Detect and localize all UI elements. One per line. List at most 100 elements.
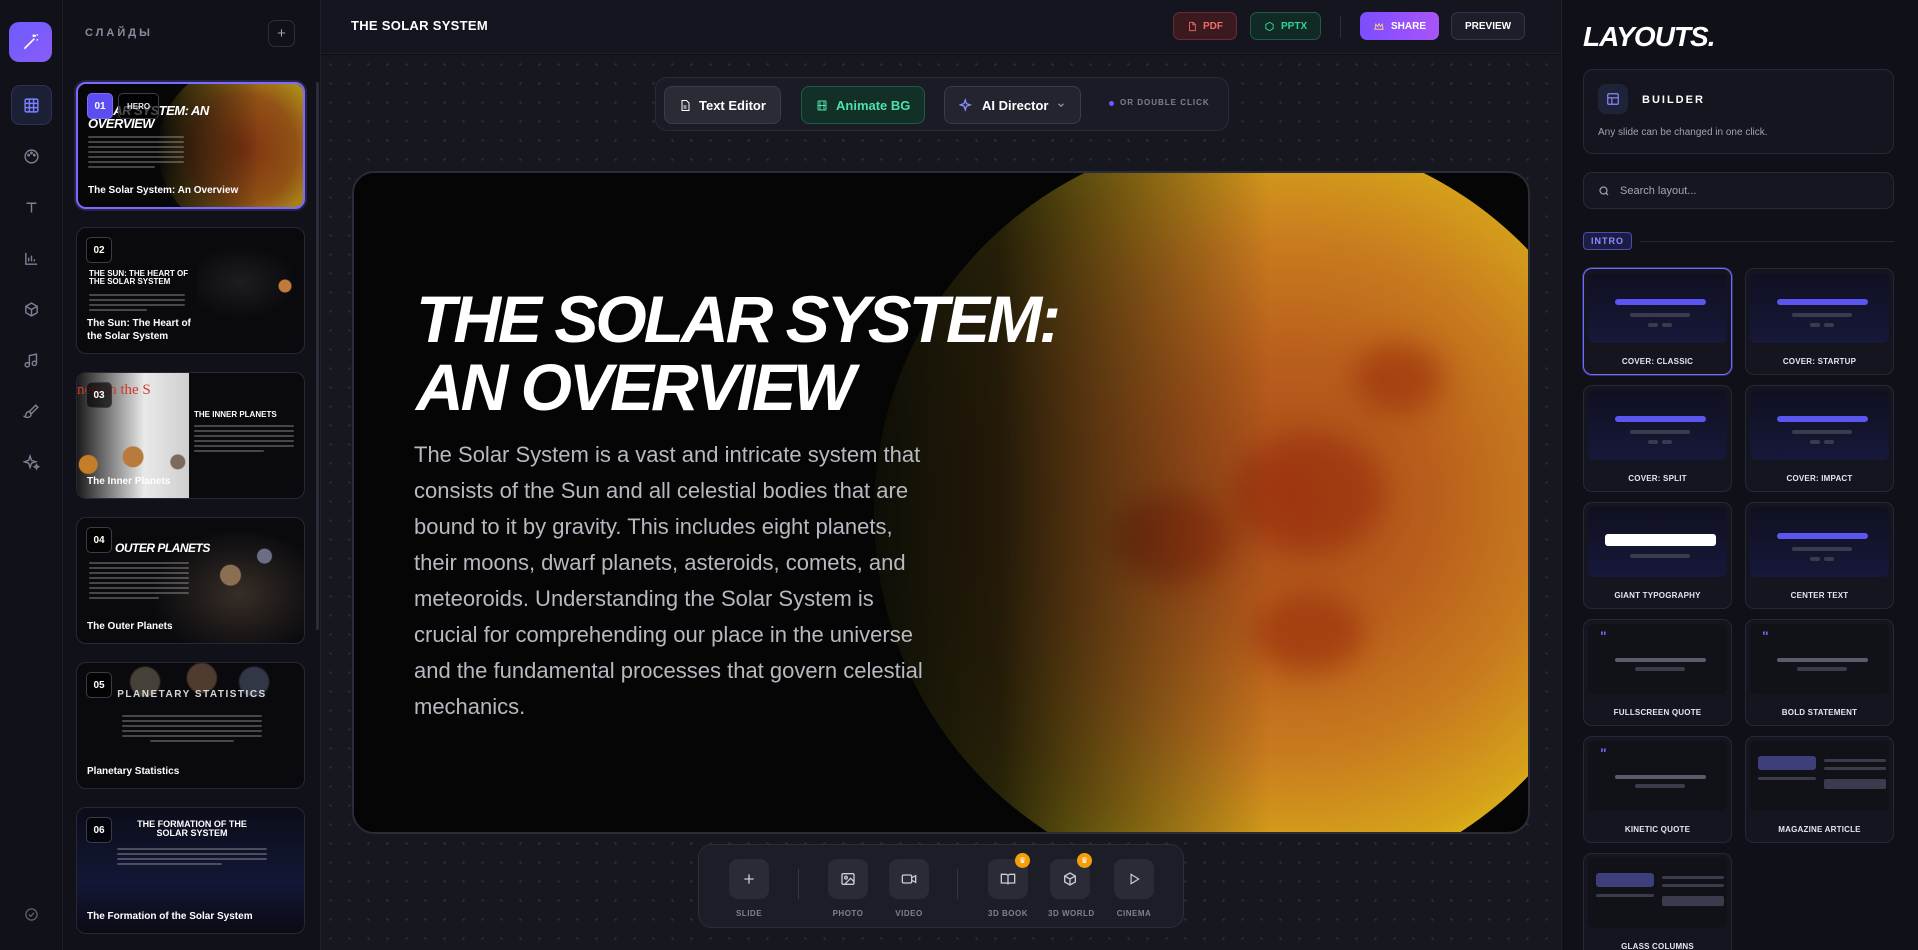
music-icon[interactable] bbox=[11, 340, 52, 380]
slide-number: 06 bbox=[86, 817, 112, 843]
layouts-panel: LAYOUTS. BUILDER Any slide can be change… bbox=[1561, 0, 1918, 950]
layout-giant-typography[interactable]: GIANT TYPOGRAPHY bbox=[1583, 502, 1732, 609]
slide-number: 01 bbox=[87, 93, 113, 119]
layout-name: FULLSCREEN QUOTE bbox=[1613, 708, 1702, 717]
solar-orbit-image bbox=[197, 238, 304, 318]
layout-kinetic-quote[interactable]: " KINETIC QUOTE bbox=[1583, 736, 1732, 843]
image-icon bbox=[841, 873, 855, 885]
slide-thumb-3[interactable]: nets in the S 03 THE INNER PLANETS The I… bbox=[76, 372, 305, 499]
slide-mini-text bbox=[88, 136, 184, 171]
slide-mini-title: PLANETARY STATISTICS bbox=[117, 689, 267, 700]
layout-glass-columns[interactable]: GLASS COLUMNS bbox=[1583, 853, 1732, 950]
layout-center-text[interactable]: CENTER TEXT bbox=[1745, 502, 1894, 609]
brush-icon[interactable] bbox=[11, 391, 52, 431]
layout-name: BOLD STATEMENT bbox=[1781, 708, 1858, 717]
slide-number: 05 bbox=[86, 672, 112, 698]
double-click-hint: OR DOUBLE CLICK bbox=[1120, 98, 1210, 107]
slide-mini-text bbox=[89, 294, 185, 314]
photo-button[interactable]: PHOTO bbox=[826, 859, 870, 918]
document-icon bbox=[681, 99, 690, 111]
video-button[interactable]: VIDEO bbox=[887, 859, 931, 918]
export-pdf-button[interactable]: PDF bbox=[1173, 12, 1237, 40]
slide-number: 02 bbox=[86, 237, 112, 263]
layout-name: GIANT TYPOGRAPHY bbox=[1614, 591, 1701, 600]
sparkles-icon bbox=[959, 97, 973, 112]
layout-magazine-article[interactable]: MAGAZINE ARTICLE bbox=[1745, 736, 1894, 843]
builder-card[interactable]: BUILDER Any slide can be changed in one … bbox=[1583, 69, 1894, 154]
share-label: SHARE bbox=[1391, 20, 1427, 32]
slide-canvas[interactable]: THE SOLAR SYSTEM: AN OVERVIEW The Solar … bbox=[352, 171, 1530, 834]
hero-badge: HERO bbox=[118, 93, 160, 119]
cube-icon[interactable] bbox=[11, 289, 52, 329]
layout-fullscreen-quote[interactable]: " FULLSCREEN QUOTE bbox=[1583, 619, 1732, 726]
add-slide-dock-button[interactable]: SLIDE bbox=[727, 859, 771, 918]
cinema-label: CINEMA bbox=[1116, 909, 1152, 918]
layout-name: CENTER TEXT bbox=[1790, 591, 1849, 600]
play-icon bbox=[1130, 873, 1140, 885]
slide-mini-text bbox=[194, 425, 294, 455]
slides-panel: СЛАЙДЫ + 01 HERO SOLAR SYSTEM: AN OVERVI… bbox=[63, 0, 321, 950]
chart-icon[interactable] bbox=[11, 238, 52, 278]
pdf-label: PDF bbox=[1203, 20, 1223, 32]
ai-director-dropdown[interactable]: AI Director bbox=[944, 86, 1082, 124]
grid-icon[interactable] bbox=[11, 85, 52, 125]
3d-book-label: 3D BOOK bbox=[988, 909, 1028, 918]
layout-name: COVER: SPLIT bbox=[1628, 474, 1687, 483]
layout-cover-classic[interactable]: COVER: CLASSIC bbox=[1583, 268, 1732, 375]
slide-thumb-4[interactable]: 04 OUTER PLANETS The Outer Planets bbox=[76, 517, 305, 644]
layouts-title: LAYOUTS. bbox=[1583, 21, 1715, 52]
layout-cover-impact[interactable]: COVER: IMPACT bbox=[1745, 385, 1894, 492]
slide-thumb-1[interactable]: 01 HERO SOLAR SYSTEM: AN OVERVIEW The So… bbox=[76, 82, 305, 209]
palette-icon[interactable] bbox=[11, 136, 52, 176]
icon-rail bbox=[0, 0, 63, 950]
3d-book-button[interactable]: ♛ 3D BOOK bbox=[986, 853, 1030, 918]
magic-wand-logo[interactable] bbox=[9, 22, 52, 62]
add-slide-button[interactable]: + bbox=[268, 20, 295, 47]
layout-name: KINETIC QUOTE bbox=[1624, 825, 1691, 834]
slide-thumb-5[interactable]: 05 PLANETARY STATISTICS Planetary Statis… bbox=[76, 662, 305, 789]
slide-caption: Planetary Statistics bbox=[87, 765, 180, 777]
3d-world-button[interactable]: ♛ 3D WORLD bbox=[1048, 853, 1095, 918]
animate-bg-button[interactable]: Animate BG bbox=[801, 86, 926, 124]
premium-crown-icon: ♛ bbox=[1015, 853, 1030, 868]
share-button[interactable]: SHARE bbox=[1360, 12, 1440, 40]
sparkles-icon[interactable] bbox=[11, 442, 52, 482]
media-dock: SLIDE PHOTO VIDEO ♛ 3D BOOK ♛ 3D WORLD C… bbox=[698, 844, 1184, 928]
slide-thumb-2[interactable]: 02 THE SUN: THE HEART OF THE SOLAR SYSTE… bbox=[76, 227, 305, 354]
slide-label: SLIDE bbox=[735, 909, 763, 918]
slide-caption: The Outer Planets bbox=[87, 620, 173, 632]
layout-name: GLASS COLUMNS bbox=[1621, 942, 1694, 950]
video-label: VIDEO bbox=[895, 909, 923, 918]
cinema-button[interactable]: CINEMA bbox=[1112, 859, 1156, 918]
slides-scrollbar[interactable] bbox=[316, 82, 319, 630]
text-editor-label: Text Editor bbox=[699, 97, 766, 113]
layout-name: MAGAZINE ARTICLE bbox=[1778, 825, 1861, 834]
layout-bold-statement[interactable]: " BOLD STATEMENT bbox=[1745, 619, 1894, 726]
slide-caption: The Sun: The Heart of the Solar System bbox=[87, 318, 191, 342]
export-pptx-button[interactable]: PPTX bbox=[1250, 12, 1322, 40]
layout-search-input[interactable]: Search layout... bbox=[1583, 172, 1894, 209]
film-icon bbox=[817, 100, 827, 110]
layout-cover-startup[interactable]: COVER: STARTUP bbox=[1745, 268, 1894, 375]
pptx-label: PPTX bbox=[1281, 20, 1308, 32]
slide-title[interactable]: THE SOLAR SYSTEM: AN OVERVIEW bbox=[416, 285, 1136, 421]
check-circle-icon[interactable] bbox=[11, 894, 52, 934]
layout-name: COVER: STARTUP bbox=[1782, 357, 1857, 366]
layout-name: COVER: IMPACT bbox=[1786, 474, 1853, 483]
photo-label: PHOTO bbox=[832, 909, 864, 918]
premium-crown-icon: ♛ bbox=[1077, 853, 1092, 868]
slide-thumb-6[interactable]: 06 THE FORMATION OF THE SOLAR SYSTEM The… bbox=[76, 807, 305, 934]
slides-header: СЛАЙДЫ bbox=[85, 27, 153, 39]
text-editor-button[interactable]: Text Editor bbox=[664, 86, 781, 124]
text-icon[interactable] bbox=[11, 187, 52, 227]
3d-world-label: 3D WORLD bbox=[1048, 909, 1095, 918]
quote-icon: " bbox=[1600, 745, 1607, 761]
layout-name: COVER: CLASSIC bbox=[1621, 357, 1694, 366]
chevron-down-icon bbox=[1058, 103, 1065, 107]
preview-button[interactable]: PREVIEW bbox=[1451, 12, 1526, 40]
layout-icon bbox=[1607, 93, 1619, 105]
slide-caption: The Formation of the Solar System bbox=[87, 910, 253, 922]
slide-body[interactable]: The Solar System is a vast and intricate… bbox=[414, 437, 934, 725]
animate-bg-label: Animate BG bbox=[836, 97, 911, 113]
layout-cover-split[interactable]: COVER: SPLIT bbox=[1583, 385, 1732, 492]
